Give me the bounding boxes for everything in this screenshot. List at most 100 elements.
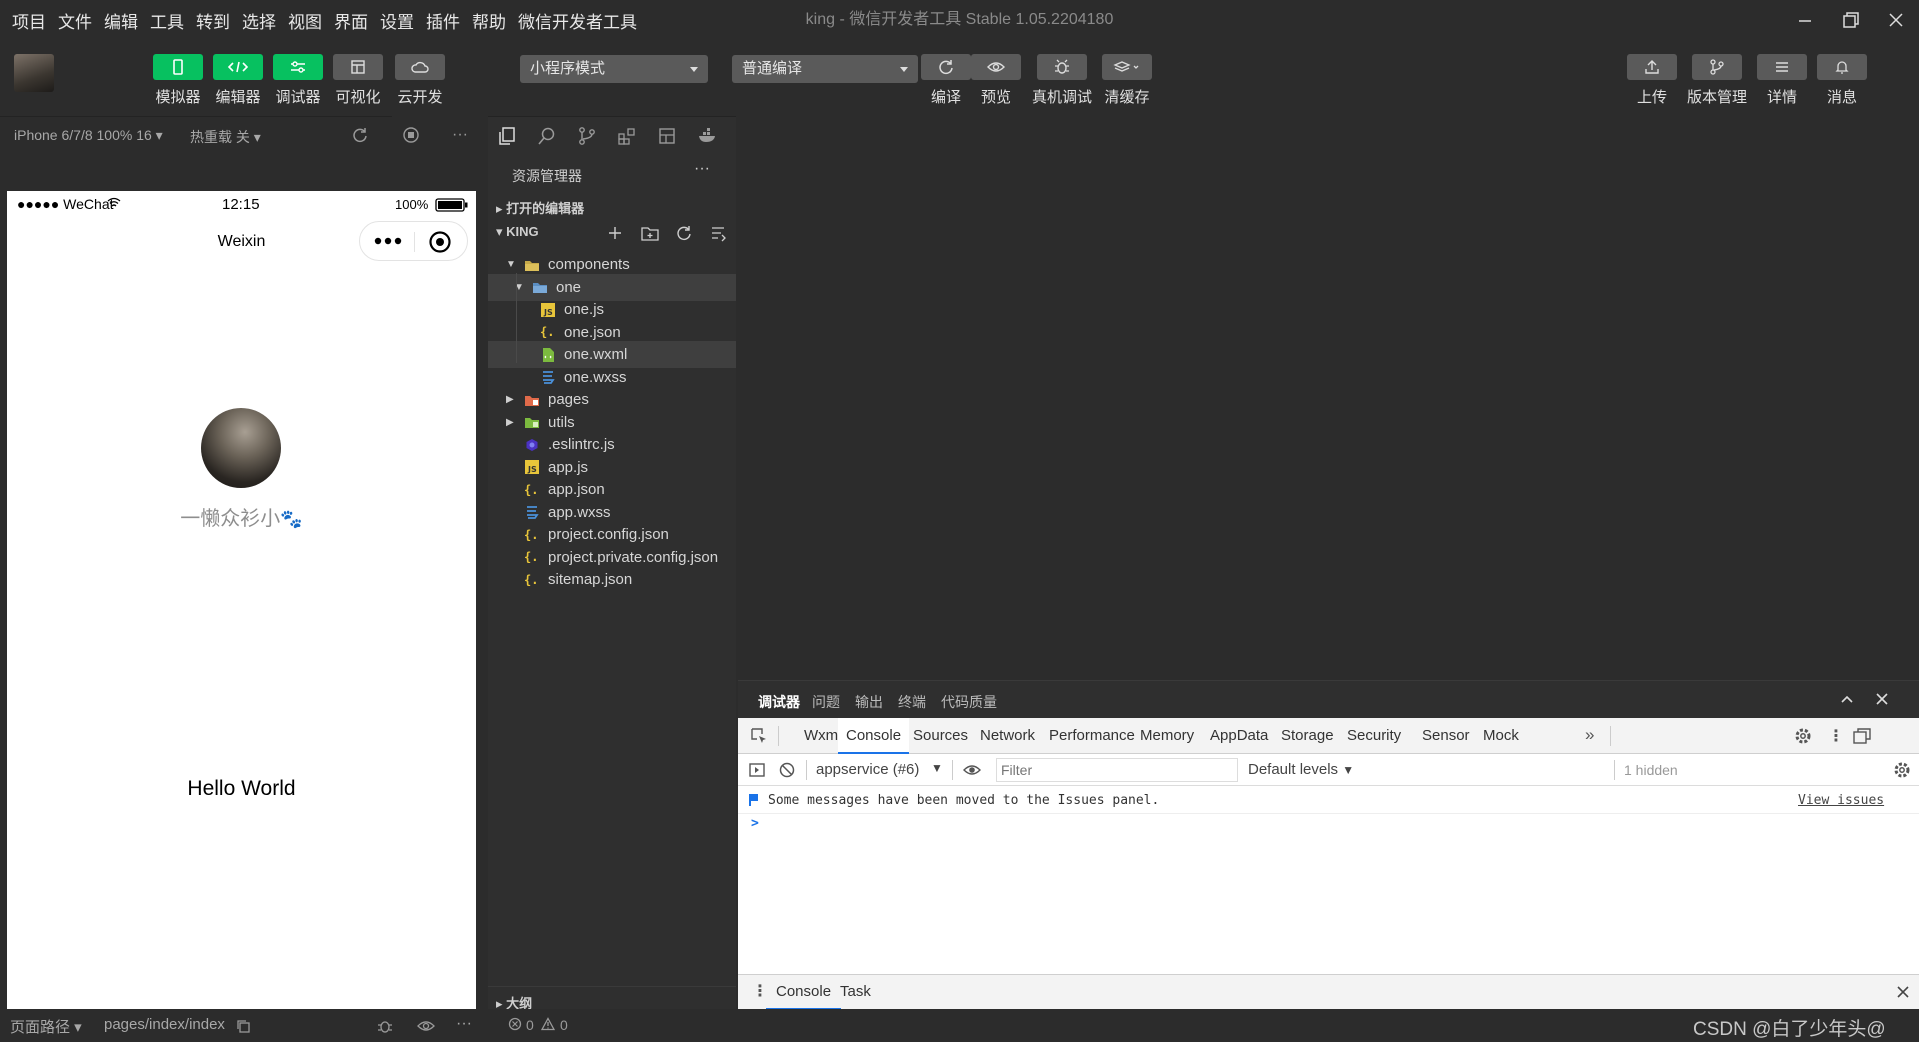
panel-tab[interactable]: 调试器 [758, 692, 800, 712]
stop-icon[interactable] [402, 126, 420, 144]
console-settings-gear-icon[interactable] [1893, 761, 1911, 779]
devtools-tab[interactable]: Sources [913, 727, 968, 744]
warning-icon[interactable] [541, 1017, 555, 1031]
layout-icon[interactable] [657, 126, 677, 146]
more-icon[interactable]: ··· [452, 126, 468, 144]
more-icon[interactable]: ··· [456, 1015, 472, 1033]
chevron-right-icon[interactable]: ▶ [506, 394, 514, 405]
collapse-all-icon[interactable] [709, 224, 727, 242]
devtools-tab[interactable]: Console [838, 718, 910, 754]
source-control-icon[interactable] [577, 126, 597, 146]
live-expression-eye-icon[interactable] [962, 763, 982, 777]
devtools-tab[interactable]: Wxml [804, 727, 842, 744]
context-select[interactable]: appservice (#6) ▼ [816, 761, 946, 778]
upload-button[interactable]: 上传 [1627, 54, 1677, 107]
debugger-toggle-button[interactable]: 调试器 [273, 54, 323, 107]
drawer-tab-console[interactable]: Console [766, 975, 842, 1010]
panel-tab[interactable]: 输出 [855, 692, 883, 712]
tree-item[interactable]: {..} sitemap.json [488, 566, 736, 593]
new-folder-icon[interactable] [640, 224, 660, 242]
files-icon[interactable] [497, 126, 517, 146]
device-select[interactable]: iPhone 6/7/8 100% 16 ▾ [14, 127, 163, 144]
messages-button[interactable]: 消息 [1817, 54, 1867, 107]
console-prompt[interactable]: > [751, 816, 759, 831]
menu-item[interactable]: 视图 [288, 8, 322, 33]
devtools-tab[interactable]: Memory [1140, 727, 1194, 744]
panel-tab[interactable]: 终端 [898, 692, 926, 712]
editor-toggle-button[interactable]: 编辑器 [213, 54, 263, 107]
project-section[interactable]: ▾ KING [496, 224, 539, 240]
menu-item[interactable]: 微信开发者工具 [518, 8, 637, 33]
close-window-button[interactable] [1873, 0, 1919, 40]
explorer-more-icon[interactable]: ··· [694, 160, 710, 178]
minimize-button[interactable] [1782, 0, 1828, 40]
compile-button[interactable]: 编译 [921, 54, 971, 107]
menu-item[interactable]: 设置 [380, 8, 414, 33]
hot-reload-select[interactable]: 热重载 关 ▾ [190, 127, 261, 147]
debug-bug-icon[interactable] [376, 1017, 394, 1035]
simulator-toggle-button[interactable]: 模拟器 [153, 54, 203, 107]
settings-gear-icon[interactable] [1794, 727, 1812, 745]
sidebar-toggle-icon[interactable] [748, 761, 766, 779]
new-file-icon[interactable] [606, 224, 624, 242]
close-drawer-icon[interactable] [1896, 985, 1910, 999]
collapse-panel-icon[interactable] [1840, 692, 1854, 706]
menu-item[interactable]: 文件 [58, 8, 92, 33]
refresh-explorer-icon[interactable] [675, 224, 693, 242]
outline-section[interactable]: ▸ 大纲 [488, 986, 736, 1011]
menu-item[interactable]: 选择 [242, 8, 276, 33]
capsule-menu[interactable] [359, 221, 468, 261]
inspect-element-icon[interactable] [750, 727, 768, 745]
clear-console-icon[interactable] [778, 761, 796, 779]
restore-button[interactable] [1828, 0, 1874, 40]
drawer-tab-task[interactable]: Task [840, 983, 871, 1000]
preview-eye-icon[interactable] [416, 1019, 436, 1033]
menu-item[interactable]: 工具 [150, 8, 184, 33]
menu-item[interactable]: 插件 [426, 8, 460, 33]
reload-icon[interactable] [351, 126, 369, 144]
undock-icon[interactable] [1852, 727, 1872, 745]
visual-toggle-button[interactable]: 可视化 [333, 54, 383, 107]
mode-select[interactable]: 小程序模式 [520, 55, 708, 83]
compile-mode-select[interactable]: 普通编译 [732, 55, 918, 83]
avatar[interactable] [201, 408, 281, 488]
copy-icon[interactable] [235, 1018, 251, 1034]
devtools-tab[interactable]: Performance [1049, 727, 1135, 744]
menu-item[interactable]: 项目 [12, 8, 46, 33]
preview-button[interactable]: 预览 [971, 54, 1021, 107]
more-tabs-icon[interactable]: » [1585, 725, 1594, 745]
menu-item[interactable]: 帮助 [472, 8, 506, 33]
page-path-select[interactable]: 页面路径 ▾ [10, 1016, 82, 1037]
capsule-more-icon[interactable] [374, 232, 402, 250]
remote-debug-button[interactable]: 真机调试 [1032, 54, 1092, 107]
devtools-tab[interactable]: Mock [1483, 727, 1519, 744]
panel-tab[interactable]: 问题 [812, 692, 840, 712]
cloud-dev-button[interactable]: 云开发 [395, 54, 445, 107]
version-control-button[interactable]: 版本管理 [1687, 54, 1747, 107]
chevron-down-icon[interactable]: ▼ [506, 259, 516, 270]
filter-input[interactable] [996, 758, 1238, 782]
user-avatar[interactable] [14, 54, 54, 92]
clear-cache-button[interactable]: 清缓存 [1102, 54, 1152, 107]
devtools-tab[interactable]: Storage [1281, 727, 1334, 744]
extensions-icon[interactable] [617, 126, 637, 146]
open-editors-section[interactable]: ▸ 打开的编辑器 [496, 198, 584, 217]
docker-icon[interactable] [697, 126, 719, 146]
view-issues-link[interactable]: View issues [1798, 793, 1884, 808]
details-button[interactable]: 详情 [1757, 54, 1807, 107]
kebab-menu-icon[interactable]: ⋮ [1828, 726, 1844, 746]
panel-tab[interactable]: 代码质量 [941, 692, 997, 712]
search-icon[interactable] [537, 126, 557, 146]
menu-item[interactable]: 编辑 [104, 8, 138, 33]
chevron-right-icon[interactable]: ▶ [506, 417, 514, 428]
log-levels-select[interactable]: Default levels ▼ [1248, 761, 1354, 778]
devtools-tab[interactable]: Sensor [1422, 727, 1470, 744]
devtools-tab[interactable]: Security [1347, 727, 1401, 744]
capsule-close-icon[interactable] [428, 230, 452, 254]
devtools-tab[interactable]: Network [980, 727, 1035, 744]
menu-item[interactable]: 界面 [334, 8, 368, 33]
error-icon[interactable] [508, 1017, 522, 1031]
devtools-tab[interactable]: AppData [1210, 727, 1268, 744]
menu-item[interactable]: 转到 [196, 8, 230, 33]
close-panel-icon[interactable] [1875, 692, 1889, 706]
